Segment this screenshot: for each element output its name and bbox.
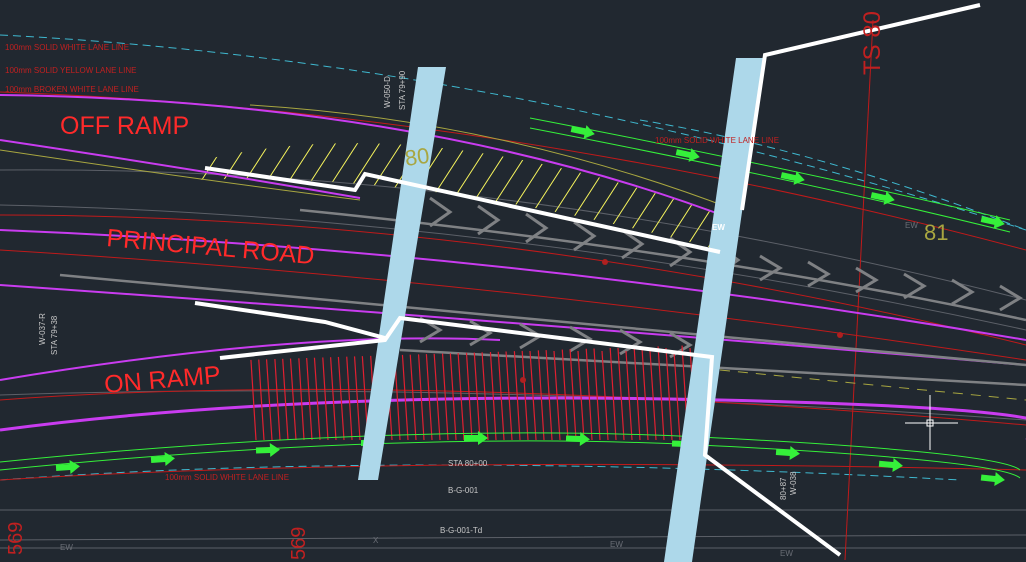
callout-bg-001: B-G-001 — [448, 486, 479, 495]
callout-white-line: 100mm SOLID WHITE LANE LINE — [5, 43, 129, 52]
station-79-90: STA 79+90 — [398, 70, 407, 110]
station-80-00: STA 80+00 — [448, 459, 488, 468]
callout-w-038: W-038 — [789, 471, 798, 495]
station-79-38: STA 79+38 — [50, 315, 59, 355]
marker-dot — [602, 259, 608, 265]
callout-w-050-d: W-050-D — [383, 76, 392, 108]
station-80-87: 80+87 — [779, 477, 788, 500]
callout-white-bottom: 100mm SOLID WHITE LANE LINE — [165, 473, 289, 482]
callout-bg-001-td: B-G-001-Td — [440, 526, 482, 535]
callout-ew-3: EW — [780, 549, 793, 558]
callout-yellow-line: 100mm SOLID YELLOW LANE LINE — [5, 66, 136, 75]
marker-dot — [837, 332, 843, 338]
callout-w-037-r: W-037-R — [38, 313, 47, 345]
callout-solid-right: 100mm SOLID WHITE LANE LINE — [655, 136, 779, 145]
station-569-left: 569 — [5, 522, 27, 555]
callout-x: X — [373, 536, 379, 545]
station-80: 80 — [403, 143, 431, 171]
callout-ew-1: EW — [60, 543, 73, 552]
station-ts-80: TS 80 — [859, 11, 886, 75]
bar-ew-label: EW — [712, 223, 725, 232]
marker-dot — [520, 377, 526, 383]
label-off-ramp: OFF RAMP — [60, 112, 189, 140]
station-569-bottom: 569 — [288, 527, 310, 560]
callout-ew-4: EW — [905, 221, 918, 230]
callout-ew-2: EW — [610, 540, 623, 549]
callout-broken-line: 100mm BROKEN WHITE LANE LINE — [5, 85, 139, 94]
station-81: 81 — [924, 220, 948, 245]
cad-drawing-canvas: OFF RAMP PRINCIPAL ROAD ON RAMP 80 81 TS… — [0, 0, 1026, 562]
